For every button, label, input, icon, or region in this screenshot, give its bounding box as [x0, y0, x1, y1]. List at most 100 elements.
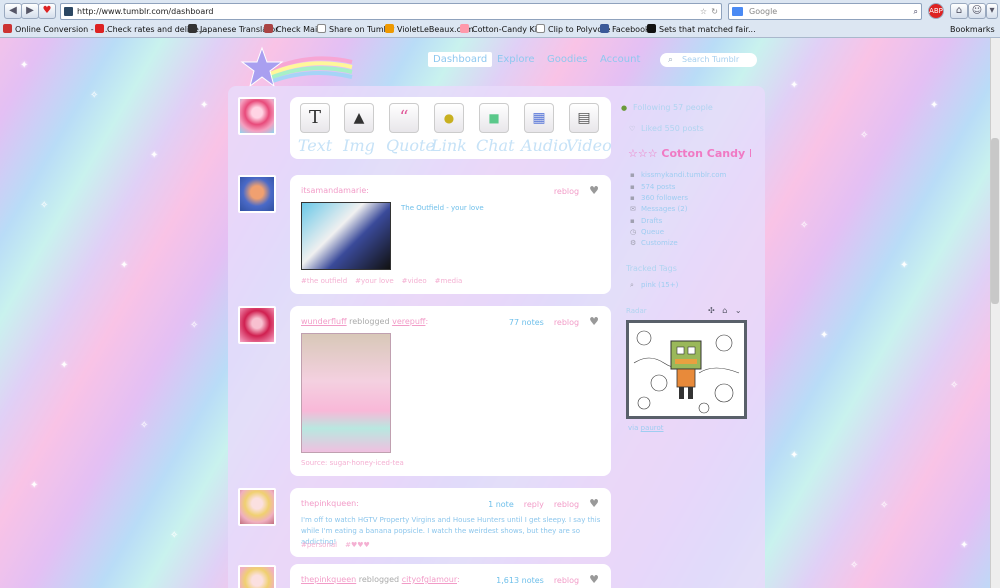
- post-photo[interactable]: [301, 333, 391, 453]
- post-type-text[interactable]: T Text: [297, 103, 333, 155]
- post-type-link[interactable]: ● Link: [431, 103, 467, 155]
- post-actions: reblog ♥: [544, 184, 599, 197]
- blog-name[interactable]: ☆☆☆ Cotton Candy Kis: [628, 147, 751, 160]
- post: wunderfluff reblogged verepuff: 77 notes…: [290, 306, 611, 476]
- post-username[interactable]: thepinkqueen:: [301, 499, 359, 508]
- reblog-button[interactable]: reblog: [554, 187, 579, 196]
- bookmark-item[interactable]: Check Mail: [264, 22, 319, 37]
- notes-count[interactable]: 77 notes: [509, 318, 544, 327]
- quote-icon: “: [389, 103, 419, 133]
- notes-count[interactable]: 1 note: [488, 500, 514, 509]
- customize-link[interactable]: ⚙ Customize: [630, 239, 678, 247]
- username-link[interactable]: wunderfluff: [301, 317, 347, 326]
- radar-doodle-art: [629, 323, 744, 416]
- post-actions: 1,613 notes reblog ♥: [486, 573, 599, 586]
- post-username: wunderfluff reblogged verepuff:: [301, 317, 428, 326]
- post-username[interactable]: itsamandamarie:: [301, 186, 369, 195]
- bookmark-icon: [188, 24, 197, 33]
- source-user-link[interactable]: cityofglamour: [402, 575, 457, 584]
- post: thepinkqueen: 1 note reply reblog ♥ I'm off…: [290, 488, 611, 557]
- adblock-icon[interactable]: ABP: [928, 3, 944, 19]
- notes-count[interactable]: 1,613 notes: [496, 576, 544, 585]
- bookmark-item[interactable]: Online Conversion - P...: [3, 22, 107, 37]
- bookmark-item[interactable]: Share on Tumblr: [317, 22, 394, 37]
- reblog-button[interactable]: reblog: [554, 500, 579, 509]
- radar-share-icon[interactable]: ⌂: [722, 306, 727, 315]
- bookmark-icon: [647, 24, 656, 33]
- bookmarks-menu[interactable]: Bookmarks: [950, 22, 995, 37]
- menu-icon[interactable]: ▾: [986, 3, 998, 19]
- blog-url-link[interactable]: ▪ kissmykandi.tumblr.com: [630, 171, 726, 179]
- following-link[interactable]: ● Following 57 people: [621, 103, 713, 112]
- followers-link[interactable]: ▪ 360 followers: [630, 194, 688, 202]
- posts-icon: ▪: [630, 183, 635, 191]
- post-avatar[interactable]: [238, 175, 276, 213]
- video-thumbnail[interactable]: [301, 202, 391, 270]
- heart-icon[interactable]: ♥: [589, 573, 599, 586]
- drafts-link[interactable]: ▪ Drafts: [630, 217, 662, 225]
- blog-icon: ▪: [630, 171, 635, 179]
- chat-icon: ■: [479, 103, 509, 133]
- reply-button[interactable]: reply: [524, 500, 544, 509]
- messages-link[interactable]: ✉ Messages (2): [630, 205, 687, 213]
- post-type-bar: T Text ▲ Img “Quote ● Link ■ Chat ▦ Audio ▤ Vi…: [290, 97, 612, 159]
- tumblr-search-input[interactable]: ⌕ Search Tumblr: [660, 53, 757, 67]
- post-type-chat[interactable]: ■ Chat: [476, 103, 515, 155]
- bookmark-item[interactable]: Sets that matched fair...: [647, 22, 756, 37]
- tracked-tag-link[interactable]: ⌕ pink (15+): [630, 281, 678, 290]
- post-source[interactable]: Source: sugar-honey-iced-tea: [301, 459, 404, 467]
- reblogged-label: reblogged: [358, 575, 400, 584]
- post-avatar[interactable]: [238, 306, 276, 344]
- tag[interactable]: #♥♥♥: [345, 541, 370, 549]
- home-icon[interactable]: ⌂: [950, 3, 968, 19]
- radar-collapse-icon[interactable]: ⌄: [735, 306, 742, 315]
- liked-link[interactable]: ♡ Liked 550 posts: [629, 124, 704, 133]
- heart-icon[interactable]: ♥: [589, 315, 599, 328]
- post-type-audio[interactable]: ▦ Audio: [521, 103, 568, 155]
- source-user-link[interactable]: verepuff: [392, 317, 425, 326]
- bookmark-item[interactable]: Facebook: [600, 22, 650, 37]
- url-bar[interactable]: http://www.tumblr.com/dashboard ☆ ↻: [60, 3, 722, 20]
- reload-icon[interactable]: ↻: [711, 4, 718, 19]
- reblog-button[interactable]: reblog: [554, 318, 579, 327]
- posts-link[interactable]: ▪ 574 posts: [630, 183, 675, 191]
- forward-icon[interactable]: ▶: [21, 3, 39, 19]
- heart-bookmark-icon[interactable]: ♥: [38, 3, 56, 19]
- tag[interactable]: #video: [402, 277, 427, 285]
- radar-refresh-icon[interactable]: ✣: [708, 306, 715, 315]
- text-icon: T: [300, 103, 330, 133]
- username-link[interactable]: thepinkqueen: [301, 575, 356, 584]
- post-type-quote[interactable]: “Quote: [386, 103, 435, 155]
- post-type-video[interactable]: ▤ Video: [566, 103, 612, 155]
- extension-icon[interactable]: ☺: [968, 3, 986, 19]
- bookmark-item[interactable]: Cotton-Candy Kiss: [460, 22, 545, 37]
- google-icon: [732, 7, 743, 16]
- post-caption[interactable]: The Outfield - your love: [401, 204, 484, 212]
- heart-icon[interactable]: ♥: [589, 184, 599, 197]
- post-type-image[interactable]: ▲ Img: [341, 103, 377, 155]
- star-icon[interactable]: ☆: [700, 4, 707, 19]
- bookmark-icon: [317, 24, 326, 33]
- page-scrollbar[interactable]: [990, 38, 1000, 588]
- queue-link[interactable]: ◷ Queue: [630, 228, 664, 236]
- tag[interactable]: #your love: [355, 277, 394, 285]
- scrollbar-thumb[interactable]: [991, 138, 999, 304]
- post-avatar[interactable]: [238, 488, 276, 526]
- heart-icon[interactable]: ♥: [589, 497, 599, 510]
- post-actions: 77 notes reblog ♥: [499, 315, 599, 328]
- radar-image[interactable]: [626, 320, 747, 419]
- reblog-button[interactable]: reblog: [554, 576, 579, 585]
- nav-goodies[interactable]: Goodies: [547, 54, 587, 65]
- tag[interactable]: #the outfield: [301, 277, 347, 285]
- radar-user-link[interactable]: paurot: [641, 424, 664, 432]
- tag[interactable]: #personal: [301, 541, 337, 549]
- nav-account[interactable]: Account: [600, 54, 640, 65]
- browser-search-input[interactable]: Google ⌕: [728, 3, 922, 20]
- nav-dashboard[interactable]: Dashboard: [428, 52, 493, 67]
- nav-explore[interactable]: Explore: [497, 54, 535, 65]
- tag[interactable]: #media: [435, 277, 463, 285]
- search-icon[interactable]: ⌕: [914, 4, 918, 19]
- back-icon[interactable]: ◀: [4, 3, 22, 19]
- my-avatar[interactable]: [238, 97, 276, 135]
- post-avatar[interactable]: [238, 565, 276, 588]
